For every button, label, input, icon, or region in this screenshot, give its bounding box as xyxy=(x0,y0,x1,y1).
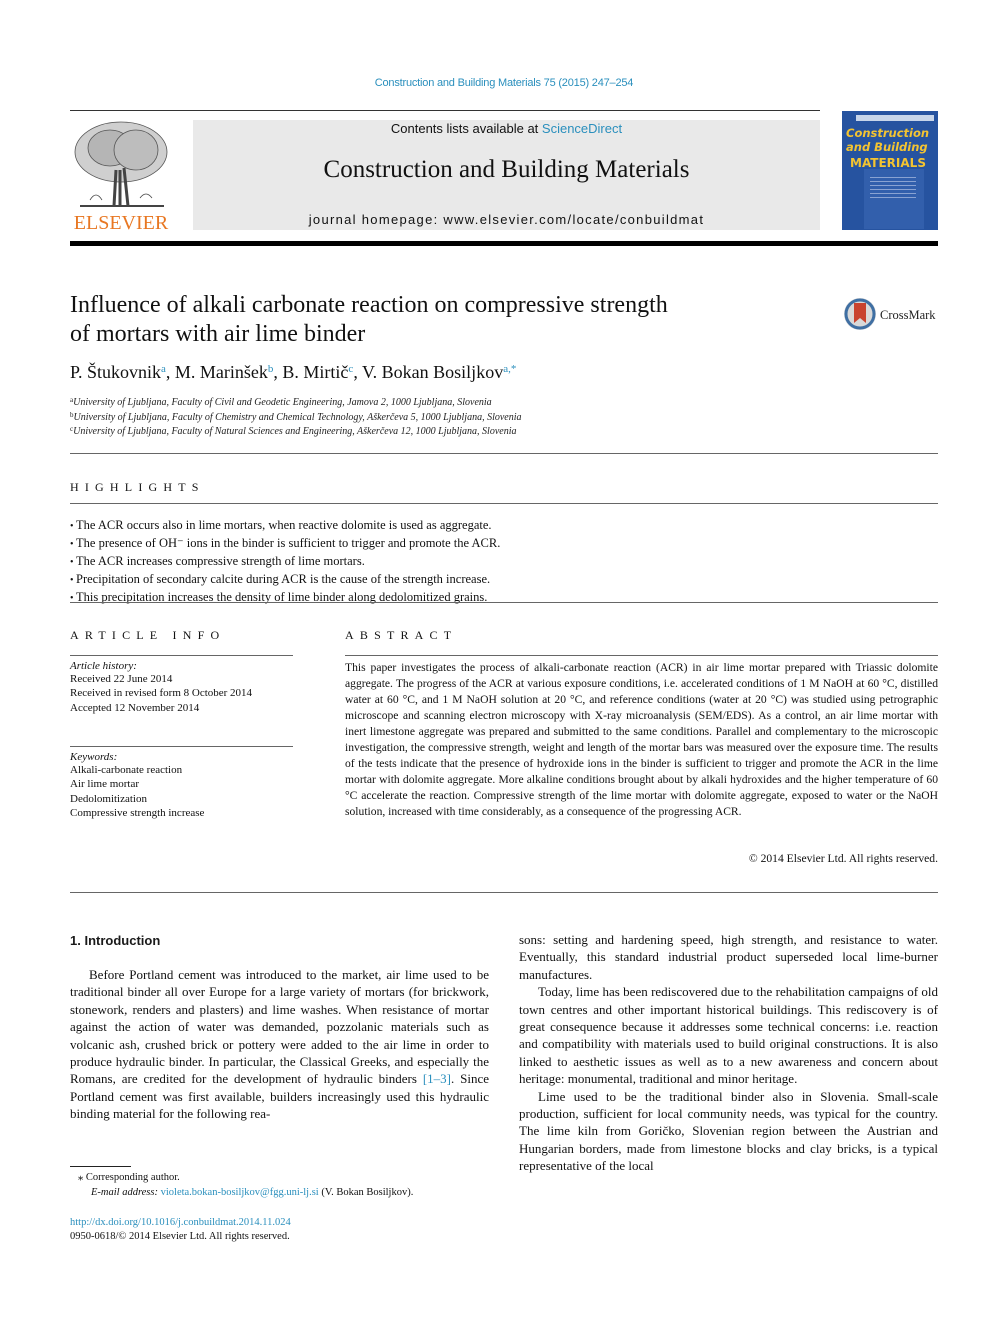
crossmark-icon[interactable] xyxy=(843,297,877,331)
doi-link[interactable]: http://dx.doi.org/10.1016/j.conbuildmat.… xyxy=(70,1217,291,1228)
highlights-heading: HIGHLIGHTS xyxy=(70,480,205,494)
cover-strip xyxy=(856,115,934,121)
author-name[interactable]: B. Mirtič xyxy=(282,362,348,382)
divider xyxy=(70,503,938,504)
cover-title-line2: and Building xyxy=(846,139,928,154)
divider xyxy=(70,746,293,747)
header-rule xyxy=(70,110,820,111)
contents-prefix: Contents lists available at xyxy=(390,121,542,136)
divider xyxy=(70,453,938,454)
cover-title-line1: Construction xyxy=(846,126,930,140)
divider xyxy=(345,655,938,656)
asterisk-marker: ⁎ xyxy=(78,1172,86,1183)
highlight-item: The ACR occurs also in lime mortars, whe… xyxy=(70,517,500,535)
elsevier-wordmark: ELSEVIER xyxy=(73,212,169,234)
email-note: E-mail address: violeta.bokan-bosiljkov@… xyxy=(91,1187,413,1198)
contents-line: Contents lists available at ScienceDirec… xyxy=(193,121,820,136)
article-title: Influence of alkali carbonate reaction o… xyxy=(70,291,770,349)
keyword-item: Air lime mortar xyxy=(70,778,140,791)
author-affiliation-marker[interactable]: a,* xyxy=(503,363,516,375)
author-name[interactable]: P. Štukovnik xyxy=(70,362,161,382)
journal-name: Construction and Building Materials xyxy=(323,156,690,183)
history-item: Accepted 12 November 2014 xyxy=(70,701,200,714)
divider xyxy=(70,655,293,656)
paragraph-text: Before Portland cement was introduced to… xyxy=(70,967,489,1087)
cover-fine-print xyxy=(870,177,916,199)
affiliation-text: University of Ljubljana, Faculty of Chem… xyxy=(73,412,522,423)
highlight-item: The ACR increases compressive strength o… xyxy=(70,553,500,571)
journal-homepage-link[interactable]: journal homepage: www.elsevier.com/locat… xyxy=(193,212,820,227)
history-item: Received 22 June 2014 xyxy=(70,673,173,685)
author-affiliation-marker[interactable]: a xyxy=(161,363,166,375)
author-affiliation-marker[interactable]: b xyxy=(268,363,274,375)
keyword-item: Dedolomitization xyxy=(70,792,147,805)
email-label: E-mail address: xyxy=(91,1187,158,1198)
abstract-copyright: © 2014 Elsevier Ltd. All rights reserved… xyxy=(748,852,938,865)
footnote-rule xyxy=(70,1166,131,1167)
affiliation-text: University of Ljubljana, Faculty of Natu… xyxy=(73,426,517,437)
issn-line: 0950-0618/© 2014 Elsevier Ltd. All right… xyxy=(70,1231,290,1242)
elsevier-tree-logo xyxy=(74,121,168,207)
highlight-item: Precipitation of secondary calcite durin… xyxy=(70,571,500,589)
author-list: P. Štukovnika, M. Marinšekb, B. Mirtičc,… xyxy=(70,362,517,382)
body-column-left: Before Portland cement was introduced to… xyxy=(70,966,489,1123)
highlight-item: The presence of OH⁻ ions in the binder i… xyxy=(70,535,500,553)
abstract-text: This paper investigates the process of a… xyxy=(345,661,938,818)
author-affiliation-marker[interactable]: c xyxy=(348,363,353,375)
divider xyxy=(70,892,938,893)
paragraph: sons: setting and hardening speed, high … xyxy=(519,932,938,982)
author-name[interactable]: M. Marinšek xyxy=(175,362,268,382)
paragraph: Today, lime has been rediscovered due to… xyxy=(519,984,938,1087)
corresponding-author-note: ⁎ Corresponding author. xyxy=(78,1171,180,1183)
cover-title-line3: MATERIALS xyxy=(850,156,926,170)
divider xyxy=(70,602,938,603)
cover-title: Construction and Building xyxy=(846,126,936,154)
body-column-right: sons: setting and hardening speed, high … xyxy=(519,931,938,1175)
crossmark-label[interactable]: CrossMark xyxy=(880,308,936,323)
section-heading-introduction: 1. Introduction xyxy=(70,933,161,948)
article-history: Article history: Received 22 June 2014 R… xyxy=(70,660,252,715)
highlights-list: The ACR occurs also in lime mortars, whe… xyxy=(70,517,500,607)
author-name[interactable]: V. Bokan Bosiljkov xyxy=(362,362,503,382)
abstract-heading: ABSTRACT xyxy=(345,628,458,642)
affiliation: aUniversity of Ljubljana, Faculty of Civ… xyxy=(70,396,492,408)
keywords: Keywords: Alkali-carbonate reaction Air … xyxy=(70,751,204,820)
paragraph: Lime used to be the traditional binder a… xyxy=(519,1088,938,1174)
sciencedirect-link[interactable]: ScienceDirect xyxy=(542,121,622,136)
email-suffix: (V. Bokan Bosiljkov). xyxy=(318,1187,414,1198)
keywords-label: Keywords: xyxy=(70,751,118,763)
article-history-label: Article history: xyxy=(70,660,137,672)
article-title-line1: Influence of alkali carbonate reaction o… xyxy=(70,292,668,318)
affiliation: bUniversity of Ljubljana, Faculty of Che… xyxy=(70,411,522,423)
journal-cover-image[interactable]: Construction and Building MATERIALS xyxy=(842,111,938,230)
article-title-line2: of mortars with air lime binder xyxy=(70,321,366,347)
corresponding-label: Corresponding author. xyxy=(85,1172,180,1183)
highlight-item: This precipitation increases the density… xyxy=(70,589,500,607)
email-link[interactable]: violeta.bokan-bosiljkov@fgg.uni-lj.si xyxy=(161,1187,319,1198)
header-thick-rule xyxy=(70,241,938,246)
keyword-item: Alkali-carbonate reaction xyxy=(70,764,183,776)
journal-citation-link[interactable]: Construction and Building Materials 75 (… xyxy=(0,77,992,89)
paragraph: Before Portland cement was introduced to… xyxy=(70,966,489,1123)
affiliation: cUniversity of Ljubljana, Faculty of Nat… xyxy=(70,425,516,437)
citation-link[interactable]: [1–3] xyxy=(423,1071,451,1086)
affiliation-text: University of Ljubljana, Faculty of Civi… xyxy=(73,397,492,408)
article-info-heading: ARTICLE INFO xyxy=(70,628,226,642)
keyword-item: Compressive strength increase xyxy=(70,806,205,819)
history-item: Received in revised form 8 October 2014 xyxy=(70,687,253,700)
